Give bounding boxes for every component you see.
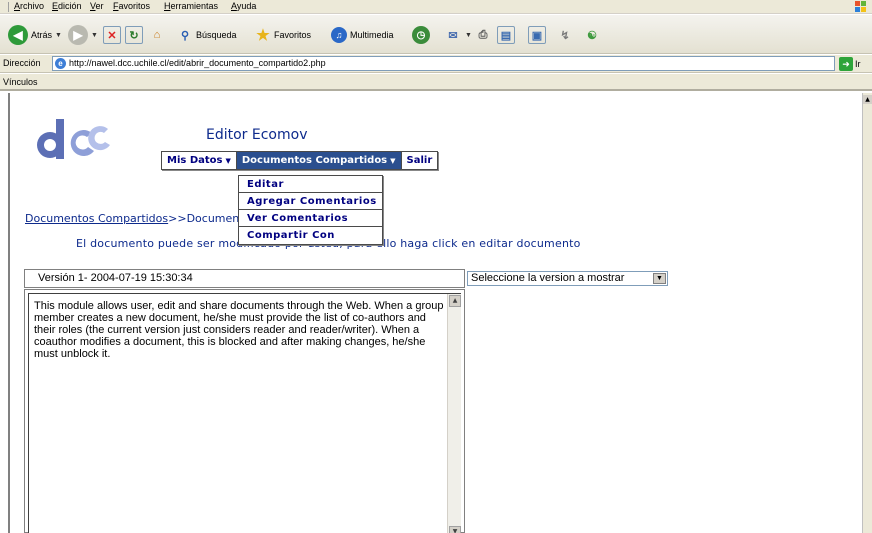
nav-salir[interactable]: Salir — [402, 152, 438, 169]
discuss-icon: ▣ — [528, 26, 546, 44]
chevron-down-icon: ▼ — [390, 157, 396, 165]
back-label: Atrás — [31, 30, 53, 40]
links-bar: Vínculos — [0, 74, 872, 91]
menu-herramientas[interactable]: Herramientas — [164, 1, 218, 11]
chevron-down-icon: ▼ — [225, 157, 231, 165]
menu-edicion[interactable]: Edición — [52, 1, 82, 11]
chevron-down-icon: ▼ — [465, 31, 472, 39]
nav-mis-datos[interactable]: Mis Datos ▼ — [162, 152, 237, 169]
page-title: Editor Ecomov — [206, 127, 308, 143]
messenger-icon: ☯ — [587, 29, 597, 42]
go-button[interactable]: ➜ Ir — [839, 56, 861, 71]
refresh-button[interactable]: ↻ — [125, 23, 143, 47]
go-label: Ir — [855, 58, 861, 69]
go-arrow-icon: ➜ — [839, 56, 853, 71]
browser-toolbar: ◀ Atrás ▼ ▶ ▼ ✕ ↻ ⌂ ⚲ Búsqueda ★ Favorit… — [0, 15, 872, 54]
address-label: Dirección — [3, 58, 41, 68]
main-nav: Mis Datos ▼ Documentos Compartidos ▼ Salir — [161, 151, 439, 170]
back-button[interactable]: ◀ Atrás ▼ — [8, 23, 62, 47]
breadcrumb-link[interactable]: Documentos Compartidos — [25, 212, 168, 225]
document-scrollbar[interactable]: ▲ ▼ — [447, 294, 461, 533]
chevron-down-icon[interactable]: ▼ — [653, 273, 666, 284]
nav-mis-datos-label: Mis Datos — [167, 155, 223, 166]
search-icon: ⚲ — [180, 29, 190, 42]
tools-button[interactable]: ↯ — [556, 23, 574, 47]
submenu-editar[interactable]: Editar — [239, 176, 382, 193]
stop-button[interactable]: ✕ — [103, 23, 121, 47]
star-icon: ★ — [256, 27, 270, 44]
edit-button[interactable]: ▤ — [497, 23, 515, 47]
address-bar: Dirección e http://nawel.dcc.uchile.cl/e… — [0, 55, 872, 73]
chevron-down-icon: ▼ — [55, 31, 62, 39]
refresh-icon: ↻ — [125, 26, 143, 44]
submenu-ver-comentarios[interactable]: Ver Comentarios — [239, 210, 382, 227]
address-url: http://nawel.dcc.uchile.cl/edit/abrir_do… — [69, 58, 326, 68]
mail-button[interactable]: ✉ ▼ — [444, 23, 472, 47]
messenger-button[interactable]: ☯ — [583, 23, 601, 47]
version-label: Versión 1- 2004-07-19 15:30:34 — [24, 269, 465, 288]
home-icon: ⌂ — [153, 29, 161, 41]
menu-archivo[interactable]: Archivo — [14, 1, 44, 11]
chevron-down-icon: ▼ — [91, 31, 98, 39]
menu-favoritos[interactable]: Favoritos — [113, 1, 150, 11]
forward-button[interactable]: ▶ ▼ — [68, 23, 98, 47]
lightning-icon: ↯ — [560, 29, 570, 42]
links-label[interactable]: Vínculos — [3, 77, 38, 87]
multimedia-label: Multimedia — [350, 30, 394, 40]
dcc-logo — [37, 119, 110, 159]
document-frame: This module allows user, edit and share … — [24, 289, 465, 533]
document-text: This module allows user, edit and share … — [34, 300, 444, 360]
mail-icon: ✉ — [448, 29, 458, 42]
scroll-up-icon[interactable]: ▲ — [449, 295, 461, 307]
page-scrollbar[interactable]: ▲ — [862, 93, 872, 533]
forward-arrow-icon: ▶ — [68, 25, 88, 45]
favorites-button[interactable]: ★ Favoritos — [254, 23, 311, 47]
document-textarea[interactable]: This module allows user, edit and share … — [28, 293, 461, 533]
search-label: Búsqueda — [196, 30, 237, 40]
menu-bar: Archivo Edición Ver Favoritos Herramient… — [0, 0, 872, 14]
multimedia-button[interactable]: ♫ Multimedia — [331, 23, 394, 47]
printer-icon: ⎙ — [478, 28, 488, 41]
home-button[interactable]: ⌂ — [148, 23, 166, 47]
back-arrow-icon: ◀ — [8, 25, 28, 45]
history-button[interactable]: ◷ — [412, 23, 430, 47]
breadcrumb: Documentos Compartidos>>Documentos — [25, 212, 256, 225]
documentos-submenu: Editar Agregar Comentarios Ver Comentari… — [238, 175, 383, 245]
scroll-up-icon[interactable]: ▲ — [863, 95, 872, 104]
discuss-button[interactable]: ▣ — [528, 23, 546, 47]
nav-salir-label: Salir — [406, 155, 433, 166]
submenu-compartir-con[interactable]: Compartir Con — [239, 227, 382, 244]
version-select-value: Seleccione la version a mostrar — [471, 272, 625, 284]
page-viewport: Editor Ecomov Mis Datos ▼ Documentos Comp… — [8, 93, 862, 533]
menu-ver[interactable]: Ver — [90, 1, 104, 11]
address-input[interactable]: e http://nawel.dcc.uchile.cl/edit/abrir_… — [52, 56, 835, 71]
version-select[interactable]: Seleccione la version a mostrar ▼ — [467, 271, 668, 286]
history-icon: ◷ — [412, 26, 430, 44]
scroll-down-icon[interactable]: ▼ — [449, 526, 461, 533]
windows-logo-icon — [855, 1, 866, 12]
menu-ayuda[interactable]: Ayuda — [231, 1, 256, 11]
stop-icon: ✕ — [103, 26, 121, 44]
nav-documentos-label: Documentos Compartidos — [241, 155, 388, 166]
ie-page-icon: e — [55, 58, 66, 69]
favorites-label: Favoritos — [274, 30, 312, 40]
edit-page-icon: ▤ — [497, 26, 515, 44]
menu-grip — [8, 2, 9, 12]
search-button[interactable]: ⚲ Búsqueda — [176, 23, 237, 47]
submenu-agregar-comentarios[interactable]: Agregar Comentarios — [239, 193, 382, 210]
media-icon: ♫ — [331, 27, 347, 43]
print-button[interactable]: ⎙ — [474, 23, 492, 47]
nav-documentos-compartidos[interactable]: Documentos Compartidos ▼ — [236, 152, 402, 169]
